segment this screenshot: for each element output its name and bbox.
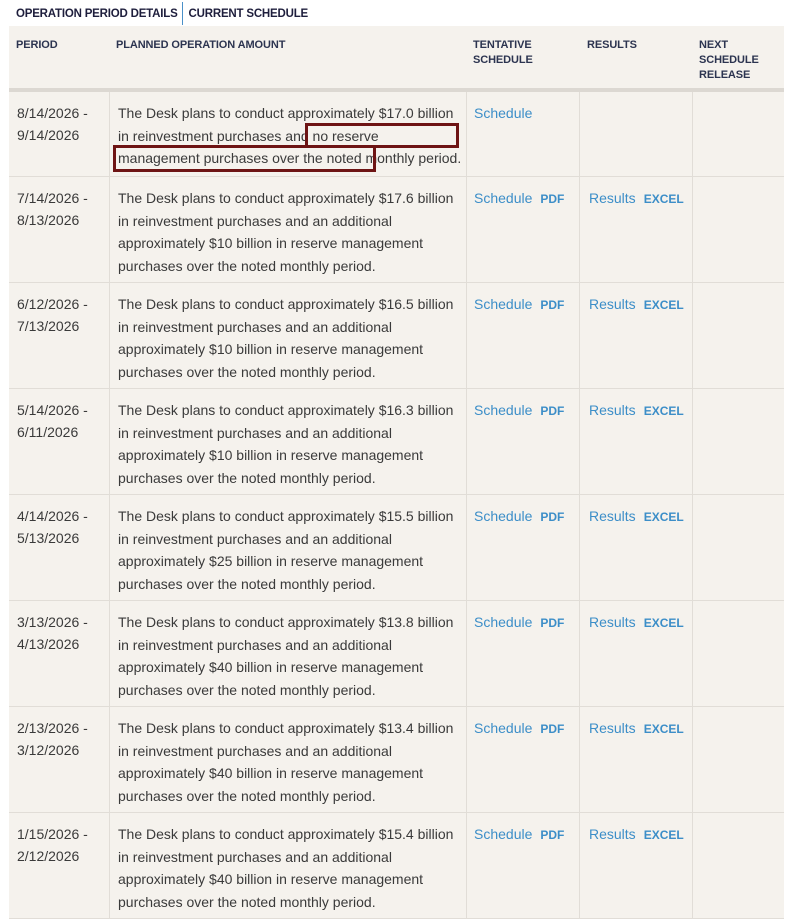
column-header-tentative-schedule: TENTATIVE SCHEDULE: [473, 39, 533, 66]
table-row: 3/13/2026 - 4/13/2026 The Desk plans to co…: [9, 601, 784, 707]
schedule-link[interactable]: Schedule: [474, 508, 532, 524]
schedule-link[interactable]: Schedule: [474, 826, 532, 842]
tentative-schedule-cell: Schedule PDF: [474, 717, 564, 740]
planned-amount-text: The Desk plans to conduct approximately …: [118, 720, 454, 804]
pdf-link[interactable]: PDF: [540, 404, 564, 418]
pdf-link[interactable]: PDF: [540, 510, 564, 524]
period-start: 5/14/2026 -: [17, 402, 88, 418]
results-cell: Results EXCEL: [589, 717, 684, 740]
column-header-period: PERIOD: [16, 39, 58, 51]
period-end: 2/12/2026: [17, 848, 80, 864]
column-header-results: RESULTS: [587, 39, 637, 51]
planned-amount-text: The Desk plans to conduct approximately …: [118, 614, 454, 698]
schedule-link[interactable]: Schedule: [474, 720, 532, 736]
schedule-link[interactable]: Schedule: [474, 105, 532, 121]
table-row: 4/14/2026 - 5/13/2026 The Desk plans to co…: [9, 495, 784, 601]
tentative-schedule-cell: Schedule PDF: [474, 399, 564, 422]
period-cell: 5/14/2026 - 6/11/2026: [17, 399, 107, 443]
pdf-link[interactable]: PDF: [540, 192, 564, 206]
results-cell: Results EXCEL: [589, 187, 684, 210]
excel-link[interactable]: EXCEL: [644, 192, 684, 206]
period-start: 1/15/2026 -: [17, 826, 88, 842]
period-start: 2/13/2026 -: [17, 720, 88, 736]
excel-link[interactable]: EXCEL: [644, 298, 684, 312]
results-cell: Results EXCEL: [589, 823, 684, 846]
period-start: 6/12/2026 -: [17, 296, 88, 312]
results-link[interactable]: Results: [589, 826, 636, 842]
results-link[interactable]: Results: [589, 296, 636, 312]
tentative-schedule-cell: Schedule: [474, 102, 532, 124]
period-start: 3/13/2026 -: [17, 614, 88, 630]
tab-bar: OPERATION PERIOD DETAILS CURRENT SCHEDUL…: [10, 0, 312, 26]
pdf-link[interactable]: PDF: [540, 616, 564, 630]
highlight-box-bottom: [113, 145, 376, 172]
period-cell: 7/14/2026 - 8/13/2026: [17, 187, 107, 231]
results-link[interactable]: Results: [589, 190, 636, 206]
excel-link[interactable]: EXCEL: [644, 616, 684, 630]
planned-amount-text: The Desk plans to conduct approximately …: [118, 190, 454, 274]
table-row: 2/13/2026 - 3/12/2026 The Desk plans to co…: [9, 707, 784, 813]
period-cell: 8/14/2026 - 9/14/2026: [17, 102, 107, 146]
period-start: 8/14/2026 -: [17, 105, 88, 121]
schedule-link[interactable]: Schedule: [474, 614, 532, 630]
period-cell: 3/13/2026 - 4/13/2026: [17, 611, 107, 655]
schedule-link[interactable]: Schedule: [474, 296, 532, 312]
tentative-schedule-cell: Schedule PDF: [474, 293, 564, 316]
tentative-schedule-cell: Schedule PDF: [474, 611, 564, 634]
period-cell: 1/15/2026 - 2/12/2026: [17, 823, 107, 867]
table-row: 6/12/2026 - 7/13/2026 The Desk plans to co…: [9, 283, 784, 389]
results-link[interactable]: Results: [589, 508, 636, 524]
excel-link[interactable]: EXCEL: [644, 404, 684, 418]
period-cell: 4/14/2026 - 5/13/2026: [17, 505, 107, 549]
excel-link[interactable]: EXCEL: [644, 828, 684, 842]
pdf-link[interactable]: PDF: [540, 828, 564, 842]
results-cell: Results EXCEL: [589, 293, 684, 316]
table-header: PERIOD PLANNED OPERATION AMOUNT TENTATIV…: [9, 26, 784, 92]
results-cell: Results EXCEL: [589, 399, 684, 422]
period-cell: 6/12/2026 - 7/13/2026: [17, 293, 107, 337]
table-body: 8/14/2026 - 9/14/2026 The Desk plans to co…: [9, 92, 784, 919]
results-link[interactable]: Results: [589, 402, 636, 418]
period-end: 4/13/2026: [17, 636, 80, 652]
tentative-schedule-cell: Schedule PDF: [474, 187, 564, 210]
table-row: 7/14/2026 - 8/13/2026 The Desk plans to co…: [9, 177, 784, 283]
period-end: 3/12/2026: [17, 742, 80, 758]
period-start: 4/14/2026 -: [17, 508, 88, 524]
tentative-schedule-cell: Schedule PDF: [474, 505, 564, 528]
column-header-next-schedule-release: NEXT SCHEDULE RELEASE: [699, 39, 759, 81]
schedule-link[interactable]: Schedule: [474, 402, 532, 418]
excel-link[interactable]: EXCEL: [644, 722, 684, 736]
results-cell: Results EXCEL: [589, 505, 684, 528]
pdf-link[interactable]: PDF: [540, 722, 564, 736]
period-end: 6/11/2026: [17, 424, 79, 440]
period-end: 8/13/2026: [17, 212, 80, 228]
period-end: 9/14/2026: [17, 127, 80, 143]
period-start: 7/14/2026 -: [17, 190, 88, 206]
period-end: 7/13/2026: [17, 318, 80, 334]
period-cell: 2/13/2026 - 3/12/2026: [17, 717, 107, 761]
results-link[interactable]: Results: [589, 614, 636, 630]
schedule-link[interactable]: Schedule: [474, 190, 532, 206]
planned-amount-text: The Desk plans to conduct approximately …: [118, 508, 454, 592]
table-row: 1/15/2026 - 2/12/2026 The Desk plans to co…: [9, 813, 784, 919]
planned-amount-text: The Desk plans to conduct approximately …: [118, 826, 454, 910]
tab-current-schedule[interactable]: CURRENT SCHEDULE: [183, 2, 312, 25]
column-header-amount: PLANNED OPERATION AMOUNT: [116, 39, 286, 51]
planned-amount-text: The Desk plans to conduct approximately …: [118, 296, 454, 380]
excel-link[interactable]: EXCEL: [644, 510, 684, 524]
results-cell: Results EXCEL: [589, 611, 684, 634]
tab-operation-period-details[interactable]: OPERATION PERIOD DETAILS: [10, 1, 183, 25]
tentative-schedule-cell: Schedule PDF: [474, 823, 564, 846]
planned-amount-text: The Desk plans to conduct approximately …: [118, 402, 454, 486]
table-row: 5/14/2026 - 6/11/2026 The Desk plans to co…: [9, 389, 784, 495]
results-link[interactable]: Results: [589, 720, 636, 736]
period-end: 5/13/2026: [17, 530, 80, 546]
pdf-link[interactable]: PDF: [540, 298, 564, 312]
